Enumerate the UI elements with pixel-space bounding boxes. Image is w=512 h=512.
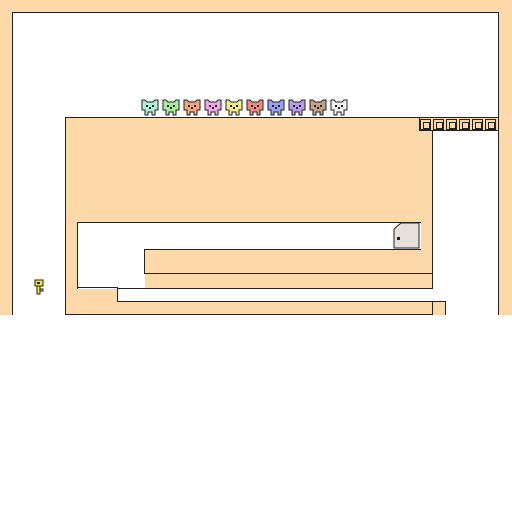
crate[interactable] bbox=[459, 119, 470, 130]
game-screen bbox=[0, 0, 512, 512]
door-icon[interactable] bbox=[393, 222, 420, 249]
cat-red[interactable] bbox=[246, 98, 264, 116]
crate[interactable] bbox=[420, 119, 431, 130]
lower-right-wall bbox=[432, 301, 446, 315]
cat-brown[interactable] bbox=[309, 98, 327, 116]
key-icon[interactable] bbox=[34, 279, 44, 295]
corridor-step bbox=[77, 287, 118, 288]
crate[interactable] bbox=[485, 119, 496, 130]
cat-mint[interactable] bbox=[141, 98, 159, 116]
right-wall-edge bbox=[432, 130, 433, 274]
inner-corridor-top bbox=[77, 222, 421, 250]
cat-pink[interactable] bbox=[204, 98, 222, 116]
cat-green[interactable] bbox=[162, 98, 180, 116]
cat-yellow[interactable] bbox=[225, 98, 243, 116]
cat-white[interactable] bbox=[330, 98, 348, 116]
inner-corridor-left bbox=[77, 248, 145, 289]
corridor-step-edge bbox=[117, 287, 118, 301]
ledge-edge bbox=[144, 249, 145, 274]
inner-corridor-bottom bbox=[117, 288, 433, 302]
cat-orange[interactable] bbox=[183, 98, 201, 116]
ledge-line bbox=[144, 273, 433, 274]
cat-blue[interactable] bbox=[267, 98, 285, 116]
bottom-ledge-line bbox=[117, 301, 446, 302]
crate[interactable] bbox=[472, 119, 483, 130]
crate[interactable] bbox=[446, 119, 457, 130]
crate[interactable] bbox=[433, 119, 444, 130]
level-view bbox=[0, 0, 512, 315]
cat-purple[interactable] bbox=[288, 98, 306, 116]
